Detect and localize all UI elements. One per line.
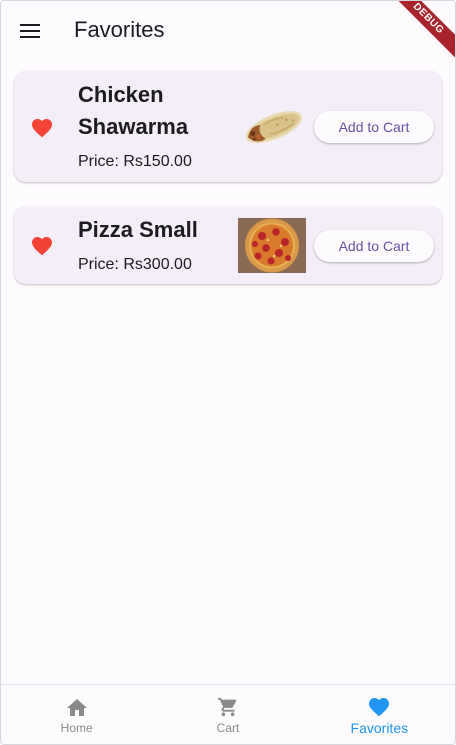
home-icon <box>66 698 87 716</box>
nav-label-favorites: Favorites <box>350 719 409 736</box>
item-price: Price: Rs150.00 <box>78 153 192 170</box>
menu-icon <box>20 24 40 38</box>
favorite-card: Chicken Shawarma Price: Rs150.00 Add to … <box>14 71 442 182</box>
page-title: Favorites <box>74 17 165 42</box>
nav-item-cart[interactable]: Cart <box>152 685 303 744</box>
cart-icon <box>217 697 237 716</box>
nav-item-home[interactable]: Home <box>1 685 152 744</box>
heart-icon <box>369 697 390 716</box>
nav-label-home: Home <box>60 720 93 735</box>
item-name: Chicken Shawarma <box>78 82 189 139</box>
debug-banner: DEBUG <box>383 1 455 64</box>
item-price: Price: Rs300.00 <box>78 256 192 273</box>
nav-item-favorites[interactable]: Favorites <box>304 685 455 744</box>
add-to-cart-button[interactable]: Add to Cart <box>314 111 434 143</box>
pizza-image <box>238 218 306 273</box>
add-to-cart-button[interactable]: Add to Cart <box>314 230 434 262</box>
nav-label-cart: Cart <box>216 720 240 735</box>
item-name: Pizza Small <box>78 217 198 242</box>
menu-button[interactable] <box>10 11 50 51</box>
favorite-card: Pizza Small Price: Rs300.00 Add to Cart <box>14 206 442 284</box>
app-bar: Favorites DEBUG <box>1 1 455 64</box>
heart-icon[interactable] <box>30 116 54 138</box>
bottom-navigation: Home Cart Favorites <box>1 684 455 744</box>
app-frame: Favorites DEBUG Chicken Shawarma Price: … <box>0 0 456 745</box>
heart-icon[interactable] <box>30 234 54 256</box>
shawarma-image <box>245 111 303 143</box>
